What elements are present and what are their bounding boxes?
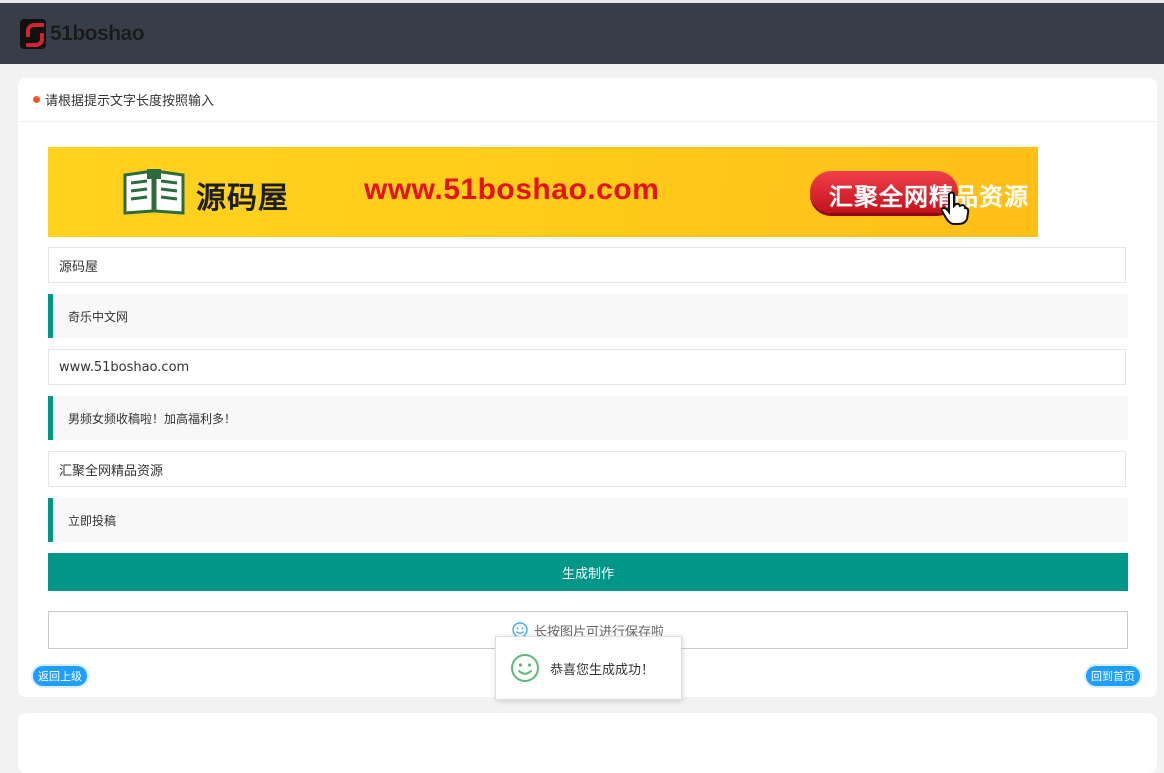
slogan-input[interactable]: 汇聚全网精品资源 — [48, 451, 1126, 487]
generator-card: 请根据提示文字长度按照输入 源码屋 www.51boshao.com 汇聚全网精… — [18, 78, 1157, 697]
card-title: 请根据提示文字长度按照输入 — [45, 94, 215, 109]
generate-button[interactable]: 生成制作 — [48, 553, 1128, 591]
banner-slogan: 汇聚全网精品资源 — [829, 183, 1029, 211]
slogan-hint: 立即投稿 — [48, 498, 1128, 542]
banner-url: www.51boshao.com — [364, 173, 660, 206]
smile-icon — [511, 654, 539, 682]
brand-s-logo-icon — [20, 19, 46, 49]
secondary-card — [18, 713, 1157, 773]
home-button[interactable]: 回到首页 — [1086, 666, 1140, 686]
hand-pointer-icon — [940, 191, 970, 225]
success-toast: 恭喜您生成成功！ — [495, 636, 682, 700]
logo-text: 51boshao — [50, 22, 145, 45]
top-navbar: 51boshao — [0, 0, 1164, 64]
banner-site-name: 源码屋 — [196, 181, 289, 216]
site-logo[interactable]: 51boshao — [20, 17, 145, 51]
toast-message: 恭喜您生成成功！ — [550, 662, 655, 678]
bullet-dot-icon — [33, 96, 40, 103]
title-hint: 奇乐中文网 — [48, 294, 1128, 338]
url-hint: 男频女频收稿啦！加高福利多！ — [48, 396, 1128, 440]
card-header: 请根据提示文字长度按照输入 — [18, 78, 1157, 122]
book-icon — [123, 169, 185, 215]
preview-banner[interactable]: 源码屋 www.51boshao.com 汇聚全网精品资源 — [48, 147, 1038, 237]
back-button[interactable]: 返回上级 — [33, 666, 87, 686]
title-input[interactable]: 源码屋 — [48, 247, 1126, 283]
url-input[interactable]: www.51boshao.com — [48, 349, 1126, 385]
